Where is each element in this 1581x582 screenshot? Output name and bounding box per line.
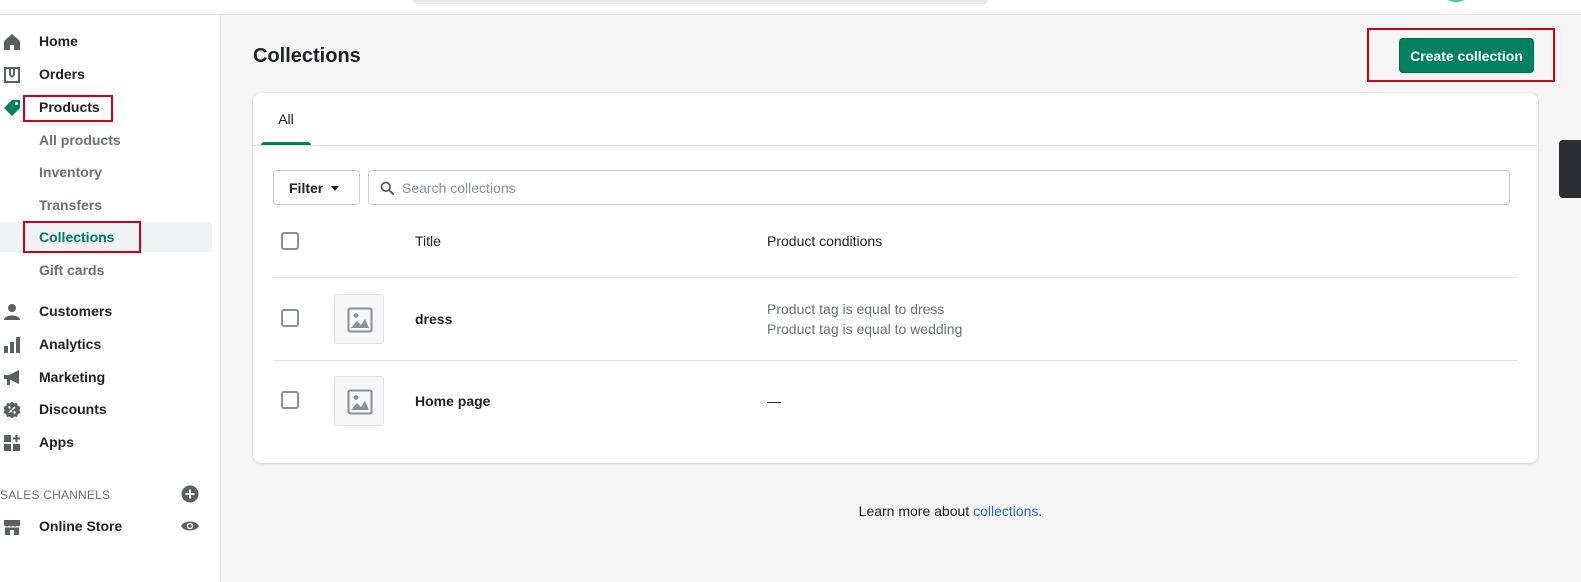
- sidebar-item-home[interactable]: Home: [0, 26, 212, 56]
- filter-button-label: Filter: [289, 179, 324, 196]
- sidebar-item-label: Discounts: [39, 401, 107, 417]
- sidebar-item-label: Products: [39, 99, 100, 115]
- search-icon: [380, 181, 394, 195]
- search-input[interactable]: [402, 172, 1502, 203]
- sidebar-item-label: Home: [39, 33, 78, 49]
- sidebar-item-label: Customers: [39, 303, 113, 319]
- row-divider: [273, 360, 1518, 361]
- sidebar-item-analytics[interactable]: Analytics: [0, 329, 212, 359]
- sidebar-item-label: Apps: [39, 434, 74, 450]
- caret-down-icon: [331, 186, 339, 191]
- person-icon: [3, 303, 21, 321]
- sales-channels-heading: SALES CHANNELS: [0, 488, 111, 502]
- select-all-checkbox[interactable]: [281, 232, 299, 250]
- product-condition: Product tag is equal to dress: [767, 301, 945, 317]
- home-icon: [3, 33, 21, 51]
- sidebar-subitem-label: Inventory: [39, 164, 103, 180]
- collection-thumbnail: [334, 294, 384, 344]
- page-title: Collections: [253, 45, 361, 67]
- sidebar-subitem-label: Transfers: [39, 197, 103, 213]
- sidebar-item-label: Online Store: [39, 518, 123, 534]
- sidebar-item-customers[interactable]: Customers: [0, 296, 212, 326]
- orders-icon: [3, 66, 21, 84]
- learn-more-note: Learn more about collections.: [0, 503, 1581, 519]
- collection-title[interactable]: dress: [415, 311, 452, 327]
- bar-chart-icon: [3, 336, 21, 354]
- sidebar-subitem-label: Collections: [39, 229, 115, 245]
- collection-thumbnail: [334, 376, 384, 426]
- search-field[interactable]: [368, 170, 1510, 205]
- megaphone-icon: [3, 369, 21, 387]
- tab-bar: All: [253, 93, 1538, 146]
- apps-icon: [3, 434, 21, 452]
- column-header-title[interactable]: Title: [415, 233, 441, 249]
- collections-help-link[interactable]: collections: [973, 503, 1038, 519]
- sidebar-subitem-label: Gift cards: [39, 262, 105, 278]
- column-header-product-conditions: Product conditions: [767, 233, 883, 249]
- learn-more-period: .: [1038, 503, 1043, 519]
- sidebar-item-label: Analytics: [39, 336, 102, 352]
- side-widget-tab[interactable]: [1559, 140, 1581, 198]
- tab-all[interactable]: All: [261, 93, 311, 145]
- row-divider: [273, 277, 1518, 278]
- create-collection-button[interactable]: Create collection: [1399, 38, 1534, 73]
- discount-badge-icon: [3, 401, 21, 419]
- top-bar: [0, 0, 1581, 15]
- sidebar-subitem-label: All products: [39, 132, 121, 148]
- sidebar-item-label: Marketing: [39, 369, 106, 385]
- avatar[interactable]: [1445, 0, 1467, 2]
- sidebar-subitem-collections[interactable]: Collections: [0, 222, 212, 252]
- add-sales-channel-icon[interactable]: [181, 485, 199, 503]
- row-checkbox[interactable]: [281, 309, 299, 327]
- sidebar-item-orders[interactable]: Orders: [0, 59, 212, 89]
- sidebar-subitem-gift-cards[interactable]: Gift cards: [0, 255, 212, 285]
- sidebar-item-label: Orders: [39, 66, 85, 82]
- filter-button[interactable]: Filter: [273, 170, 360, 205]
- collection-title[interactable]: Home page: [415, 393, 490, 409]
- image-placeholder-icon: [347, 389, 373, 415]
- learn-more-text: Learn more about: [858, 503, 974, 519]
- global-search-bar[interactable]: [413, 0, 988, 4]
- store-icon: [3, 518, 21, 536]
- collections-card: All Filter Title Product conditions dres…: [253, 93, 1538, 463]
- row-checkbox[interactable]: [281, 391, 299, 409]
- sidebar-item-products[interactable]: Products: [0, 92, 212, 122]
- sidebar-subitem-transfers[interactable]: Transfers: [0, 190, 212, 220]
- sidebar: Home Orders Products All products Invent…: [0, 15, 221, 582]
- eye-icon[interactable]: [180, 518, 200, 534]
- sidebar-item-marketing[interactable]: Marketing: [0, 362, 212, 392]
- tag-icon: [3, 99, 21, 117]
- sidebar-subitem-all-products[interactable]: All products: [0, 125, 212, 155]
- sidebar-item-discounts[interactable]: Discounts: [0, 394, 212, 424]
- product-condition: —: [767, 393, 781, 409]
- sidebar-item-apps[interactable]: Apps: [0, 427, 212, 457]
- sidebar-subitem-inventory[interactable]: Inventory: [0, 157, 212, 187]
- product-condition: Product tag is equal to wedding: [767, 321, 963, 337]
- image-placeholder-icon: [347, 307, 373, 333]
